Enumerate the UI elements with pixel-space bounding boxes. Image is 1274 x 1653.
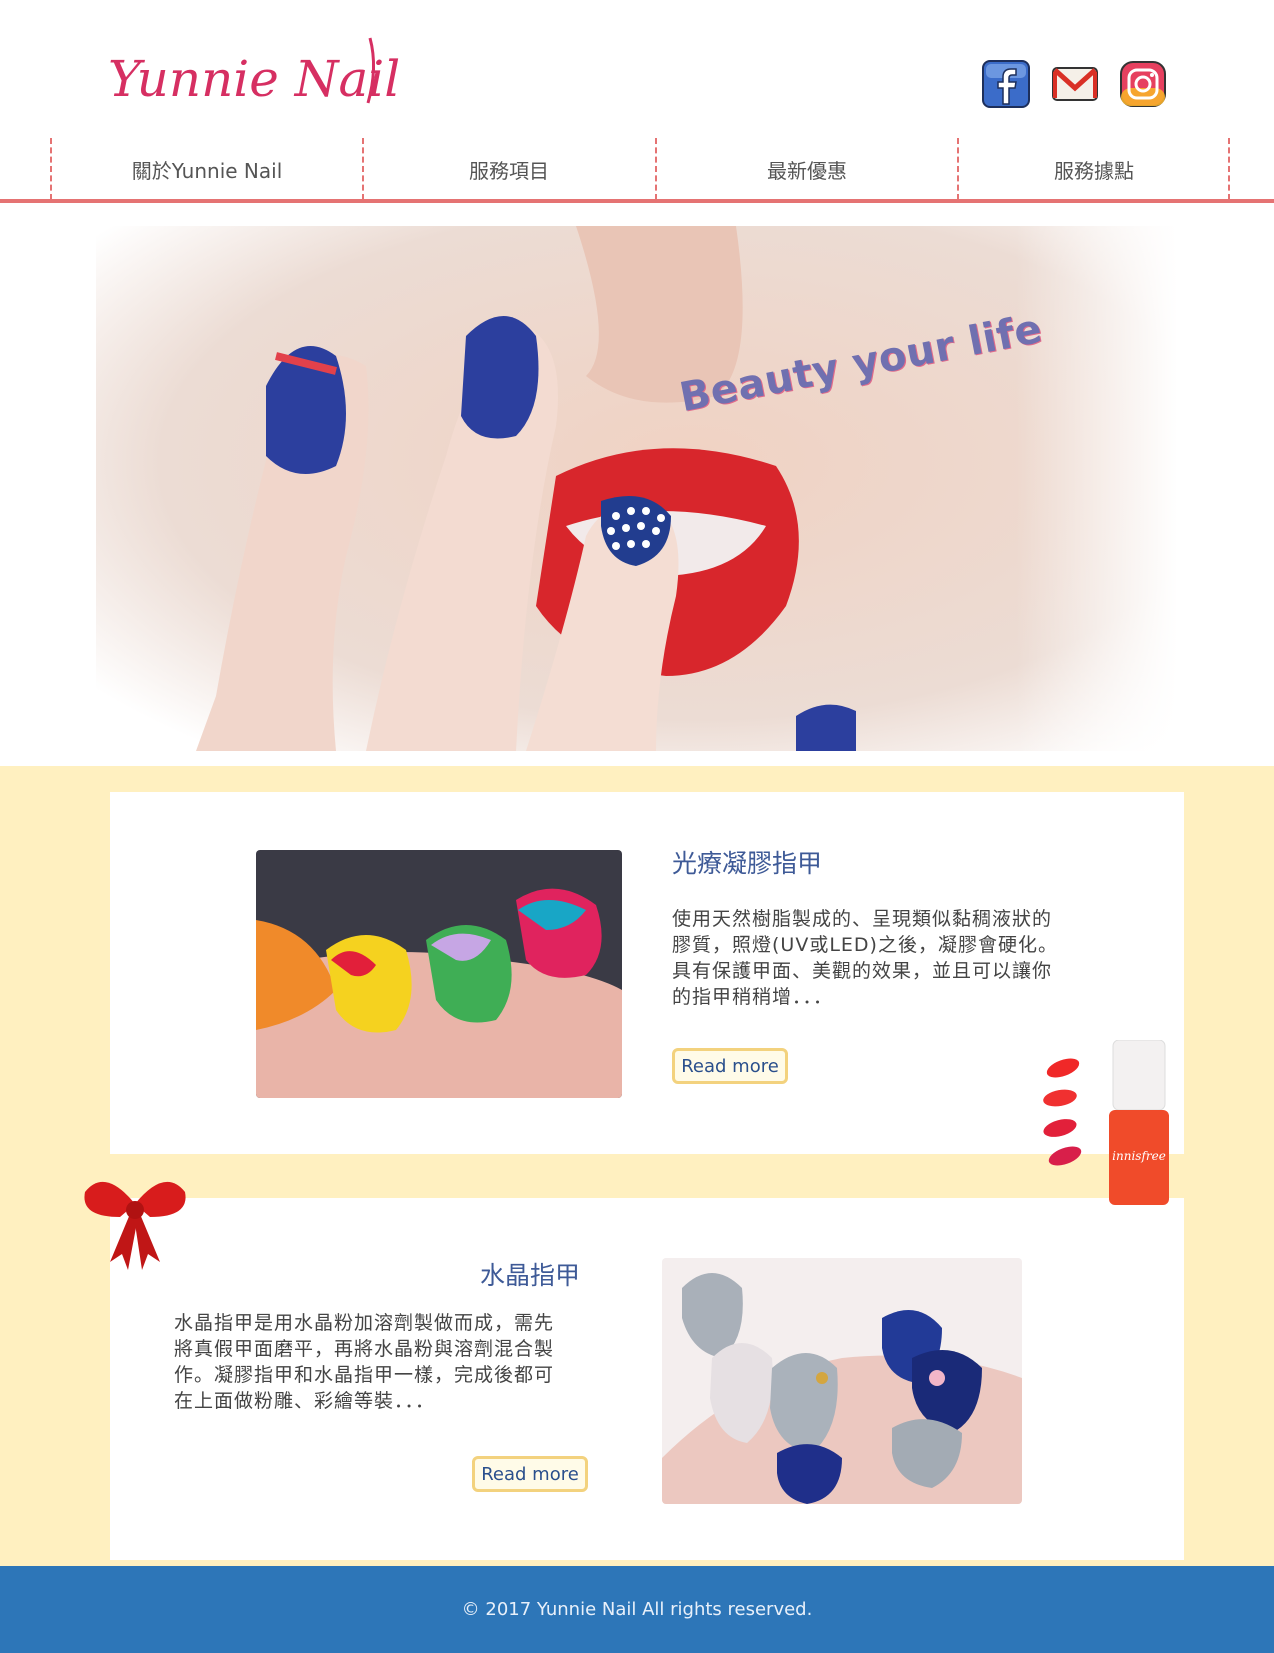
acrylic-nails-photo (662, 1258, 1022, 1504)
description-line: 將真假甲面磨平，再將水晶粉與溶劑混合製 (174, 1338, 555, 1360)
description-line: 水晶指甲是用水晶粉加溶劑製做而成，需先 (174, 1312, 555, 1334)
logo[interactable]: Yunnie Nail (108, 28, 428, 128)
main-nav: 關於Yunnie Nail 服務項目 最新優惠 服務據點 (0, 138, 1274, 203)
facebook-icon[interactable] (982, 60, 1030, 108)
logo-text: Yunnie Nail (108, 50, 400, 108)
description-line: 使用天然樹脂製成的、呈現類似黏稠液狀的 (672, 908, 1053, 930)
site-header: Yunnie Nail 關於Yunnie Nail 服務項目 最新優惠 服務據點 (0, 0, 1274, 205)
service-title: 水晶指甲 (480, 1261, 581, 1290)
service-description: 水晶指甲是用水晶粉加溶劑製做而成，需先 將真假甲面磨平，再將水晶粉與溶劑混合製 … (174, 1310, 594, 1414)
nail-polish-icon: innisfree (1035, 1039, 1175, 1215)
instagram-icon[interactable] (1119, 60, 1167, 108)
description-line: 作。凝膠指甲和水晶指甲一樣，完成後都可 (174, 1364, 555, 1386)
hero-image (96, 226, 1178, 751)
service-card-acrylic: 水晶指甲 水晶指甲是用水晶粉加溶劑製做而成，需先 將真假甲面磨平，再將水晶粉與溶… (110, 1198, 1184, 1560)
description-line: 在上面做粉雕、彩繪等裝．．． (174, 1390, 436, 1412)
gel-nails-photo (256, 850, 622, 1098)
read-more-button[interactable]: Read more (472, 1456, 588, 1492)
description-line: 膠質，照燈(UV或LED)之後，凝膠會硬化。 (672, 934, 1058, 956)
service-description: 使用天然樹脂製成的、呈現類似黏稠液狀的 膠質，照燈(UV或LED)之後，凝膠會硬… (672, 906, 1092, 1010)
description-line: 的指甲稍稍增．．． (672, 986, 834, 1008)
copyright-text: © 2017 Yunnie Nail All rights reserved. (461, 1599, 813, 1620)
read-more-button[interactable]: Read more (672, 1048, 788, 1084)
hero-banner: Beauty your life (96, 226, 1178, 751)
nav-divider (1228, 138, 1230, 200)
ribbon-bow-icon (80, 1162, 190, 1272)
nav-item-services[interactable]: 服務項目 (364, 138, 654, 200)
nav-item-promotions[interactable]: 最新優惠 (657, 138, 957, 200)
description-line: 具有保護甲面、美觀的效果，並且可以讓你 (672, 960, 1053, 982)
service-card-gel: 光療凝膠指甲 使用天然樹脂製成的、呈現類似黏稠液狀的 膠質，照燈(UV或LED)… (110, 792, 1184, 1154)
site-footer: © 2017 Yunnie Nail All rights reserved. (0, 1566, 1274, 1653)
nav-item-about[interactable]: 關於Yunnie Nail (52, 138, 362, 200)
svg-text:innisfree: innisfree (1112, 1149, 1166, 1163)
gmail-icon[interactable] (1051, 60, 1099, 108)
nav-item-locations[interactable]: 服務據點 (959, 138, 1229, 200)
service-title: 光療凝膠指甲 (672, 849, 823, 878)
